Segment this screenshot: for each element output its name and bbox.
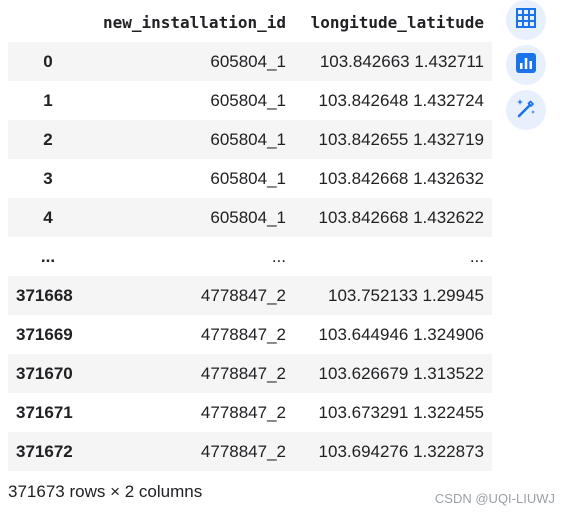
index-header (8, 2, 88, 42)
cell-longitude-latitude: 103.673291 1.322455 (318, 402, 484, 422)
table-row: 3 605804_1 103.842668 1.432632 (8, 159, 492, 198)
dataframe-output: new_installation_id longitude_latitude 0… (8, 2, 492, 471)
dataframe-table: new_installation_id longitude_latitude 0… (8, 2, 492, 471)
header-row: new_installation_id longitude_latitude (8, 2, 492, 42)
cell-longitude-latitude: 103.842668 1.432622 (318, 207, 484, 227)
magic-wand-icon (514, 96, 538, 125)
cell-new-installation-id: 605804_1 (210, 90, 286, 110)
cell-longitude-latitude: 103.694276 1.322873 (318, 441, 484, 461)
cell-longitude-latitude: 103.752133 1.29945 (328, 285, 484, 305)
cell-longitude-latitude: 103.842663 1.432711 (319, 51, 484, 71)
interactive-table-button[interactable] (506, 0, 546, 40)
table-row: 1 605804_1 103.842648 1.432724 (8, 81, 492, 120)
output-actions-toolbar (506, 0, 546, 135)
row-index: 371672 (16, 441, 73, 461)
cell-new-installation-id: ... (271, 246, 286, 266)
table-body: 0 605804_1 103.842663 1.432711 1 605804_… (8, 42, 492, 471)
row-index: 0 (43, 51, 53, 71)
column-header-longitude-latitude: longitude_latitude (310, 12, 484, 32)
row-index: 3 (43, 168, 53, 188)
cell-longitude-latitude: 103.626679 1.313522 (318, 363, 484, 383)
row-index: 371668 (16, 285, 73, 305)
cell-longitude-latitude: 103.644946 1.324906 (318, 324, 484, 344)
row-index: 4 (43, 207, 53, 227)
row-index: ... (40, 246, 56, 266)
table-row: 4 605804_1 103.842668 1.432622 (8, 198, 492, 237)
table-row: 0 605804_1 103.842663 1.432711 (8, 42, 492, 81)
row-index: 1 (43, 90, 53, 110)
cell-new-installation-id: 4778847_2 (200, 285, 286, 305)
cell-longitude-latitude: 103.842668 1.432632 (318, 168, 484, 188)
table-row: 371672 4778847_2 103.694276 1.322873 (8, 432, 492, 471)
cell-new-installation-id: 605804_1 (210, 207, 286, 227)
table-row: 371671 4778847_2 103.673291 1.322455 (8, 393, 492, 432)
watermark: CSDN @UQI-LIUWJ (434, 491, 555, 506)
chart-icon (515, 52, 537, 79)
row-index: 371671 (16, 402, 73, 422)
cell-new-installation-id: 4778847_2 (200, 324, 286, 344)
suggest-charts-button[interactable] (506, 45, 546, 85)
row-index: 371669 (16, 324, 73, 344)
cell-new-installation-id: 605804_1 (210, 129, 286, 149)
table-row: 2 605804_1 103.842655 1.432719 (8, 120, 492, 159)
column-header-new-installation-id: new_installation_id (102, 12, 286, 32)
table-row: 371670 4778847_2 103.626679 1.313522 (8, 354, 492, 393)
table-row: 371668 4778847_2 103.752133 1.29945 (8, 276, 492, 315)
dataframe-shape: 371673 rows × 2 columns (8, 482, 203, 501)
cell-new-installation-id: 4778847_2 (200, 402, 286, 422)
cell-new-installation-id: 4778847_2 (200, 363, 286, 383)
table-icon (515, 7, 537, 34)
cell-longitude-latitude: ... (469, 246, 484, 266)
cell-new-installation-id: 605804_1 (210, 168, 286, 188)
table-row-ellipsis: ... ... ... (8, 237, 492, 276)
cell-longitude-latitude: 103.842648 1.432724 (318, 90, 484, 110)
table-header: new_installation_id longitude_latitude (8, 2, 492, 42)
cell-longitude-latitude: 103.842655 1.432719 (318, 129, 484, 149)
generate-code-button[interactable] (506, 90, 546, 130)
row-index: 2 (43, 129, 53, 149)
row-index: 371670 (16, 363, 73, 383)
table-row: 371669 4778847_2 103.644946 1.324906 (8, 315, 492, 354)
cell-new-installation-id: 4778847_2 (200, 441, 286, 461)
cell-new-installation-id: 605804_1 (210, 51, 286, 71)
